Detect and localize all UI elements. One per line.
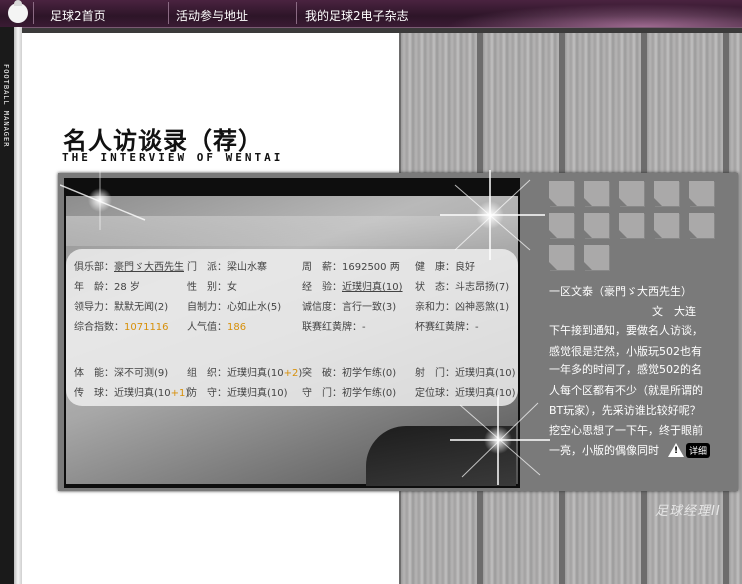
thumbnail[interactable] [584, 245, 609, 270]
info-stamina: 体 能：深不可测(9) [74, 368, 169, 379]
article-line: 人每个区都有不少（就是所谓的 [549, 384, 703, 397]
info-passing: 传 球：近璞归真(10+1) [74, 388, 190, 399]
photo-dark-corner [366, 426, 516, 486]
article-line: 一年多的时间了，感觉502的名 [549, 363, 702, 376]
nav-link-magazine[interactable]: 我的足球2电子杂志 [305, 7, 409, 24]
article-line: 一亮，小版的偶像同时 [549, 444, 659, 457]
thumbnail[interactable] [689, 213, 714, 238]
thumbnail[interactable] [619, 181, 644, 206]
info-cup-cards: 杯赛红黄牌：- [415, 322, 479, 333]
detail-button[interactable]: ! 详细 [668, 442, 711, 458]
info-health: 健 康：良好 [415, 262, 475, 273]
nav-divider [168, 2, 169, 24]
detail-label: 详细 [686, 442, 711, 458]
thumbnail[interactable] [619, 213, 644, 238]
info-organize: 组 织：近璞归真(10+2) [187, 368, 303, 379]
article-line: 下午接到通知，要做名人访谈， [549, 324, 703, 337]
info-club: 俱乐部：豪門ゞ大西先生 [74, 262, 184, 273]
info-popularity: 人气值：186 [187, 322, 247, 333]
club-link[interactable]: 豪門ゞ大西先生 [114, 262, 184, 273]
thumbnail[interactable] [654, 213, 679, 238]
site-logo-icon[interactable] [8, 0, 28, 23]
thumbnail[interactable] [584, 213, 609, 238]
thumbnail[interactable] [549, 181, 574, 206]
info-salary: 周 薪：1692500 两 [302, 262, 400, 273]
info-overall-index: 综合指数：1071116 [74, 322, 169, 333]
info-leadership: 领导力：默默无闻(2) [74, 302, 169, 313]
info-self-control: 自制力：心如止水(5) [187, 302, 282, 313]
nav-divider [296, 2, 297, 24]
info-affinity: 亲和力：凶神恶煞(1) [415, 302, 510, 313]
footer-logo: 足球经理II [655, 504, 721, 519]
page-subtitle: THE INTERVIEW OF WENTAI [62, 151, 284, 164]
thumbnail[interactable] [654, 181, 679, 206]
info-goalkeeping: 守 门：初学乍练(0) [302, 388, 397, 399]
info-sect: 门 派：梁山水寨 [187, 262, 267, 273]
nav-divider [33, 2, 34, 24]
info-defense: 防 守：近璞归真(10) [187, 388, 288, 399]
decorative-swirl [412, 0, 742, 27]
article-line: 感觉很是茫然，小版玩502也有 [549, 345, 702, 358]
info-status: 状 态：斗志昂扬(7) [415, 282, 510, 293]
info-set-piece: 定位球：近璞归真(10) [415, 388, 516, 399]
article-heading: 一区文泰（豪門ゞ大西先生） [549, 285, 692, 298]
info-integrity: 诚信度：言行一致(3) [302, 302, 397, 313]
info-breakthrough: 突 破：初学乍练(0) [302, 368, 397, 379]
article-author: 文 大连 [652, 305, 696, 318]
article-line: 挖空心思想了一下午，终于眼前 [549, 424, 703, 437]
photo-light-streak [66, 216, 518, 246]
thumbnail[interactable] [689, 181, 714, 206]
info-league-cards: 联赛红黄牌：- [302, 322, 366, 333]
thumbnail[interactable] [549, 213, 574, 238]
book-edge [14, 27, 22, 584]
thumbnail[interactable] [549, 245, 574, 270]
info-age: 年 龄：28 岁 [74, 282, 140, 293]
nav-link-activity[interactable]: 活动参与地址 [176, 7, 248, 24]
info-experience: 经 验：近璞归真(10) [302, 282, 403, 293]
info-gender: 性 别：女 [187, 282, 237, 293]
nav-link-home[interactable]: 足球2首页 [50, 7, 106, 24]
info-shooting: 射 门：近璞归真(10) [415, 368, 516, 379]
top-nav-bar: 足球2首页 活动参与地址 我的足球2电子杂志 [0, 0, 742, 28]
thumbnail[interactable] [584, 181, 609, 206]
left-sidebar: FOOTBALL MANAGER [0, 27, 14, 584]
warning-icon: ! [668, 443, 684, 457]
article-line: BT玩家），先采访谁比较好呢？ [549, 404, 701, 417]
sidebar-vertical-text: FOOTBALL MANAGER [2, 64, 10, 148]
